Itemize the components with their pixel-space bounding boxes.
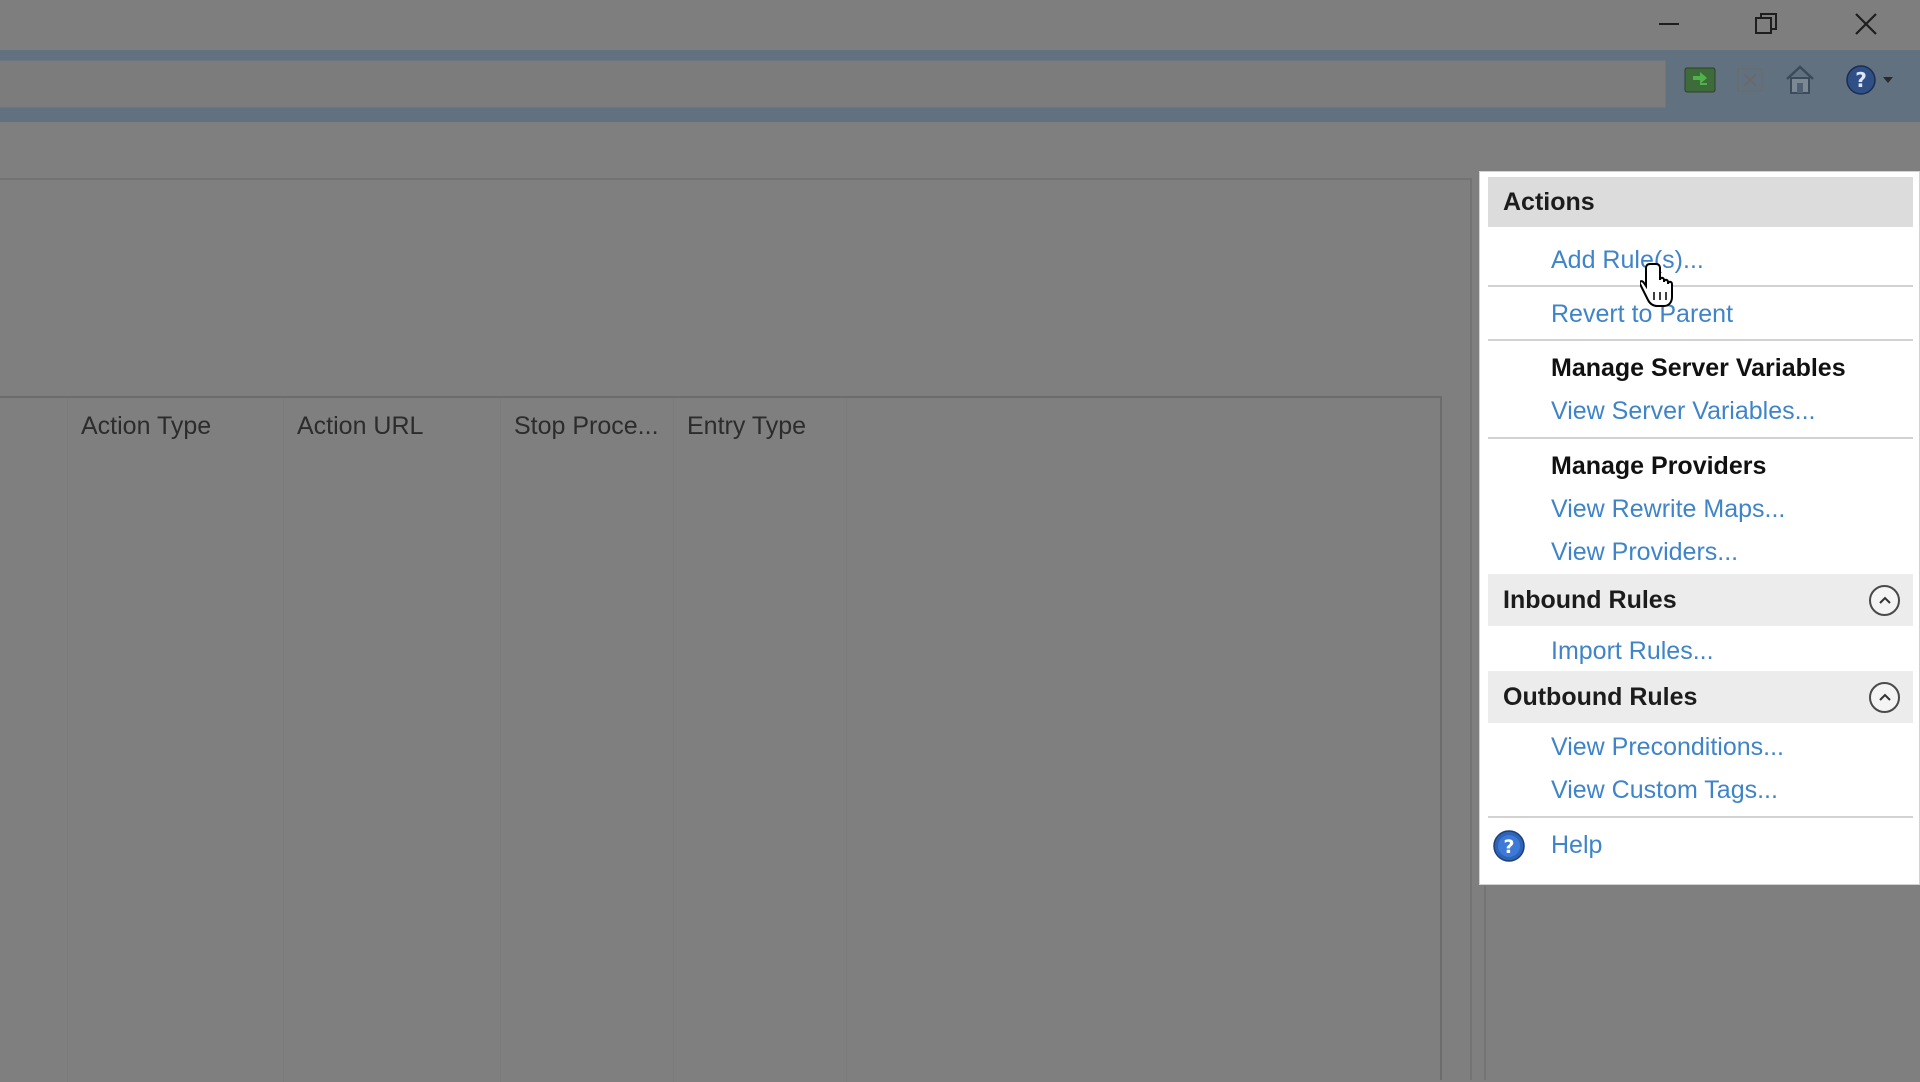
column-header-stop-processing[interactable]: Stop Proce...	[501, 398, 673, 454]
actions-title: Actions	[1503, 187, 1595, 216]
chevron-up-icon	[1878, 693, 1891, 701]
view-custom-tags-link[interactable]: View Custom Tags...	[1551, 776, 1778, 805]
column-separator	[67, 398, 68, 1082]
restore-icon	[1755, 13, 1777, 34]
help-icon: ?	[1846, 65, 1876, 95]
view-preconditions-link[interactable]: View Preconditions...	[1551, 733, 1784, 762]
actions-header: Actions	[1488, 177, 1913, 227]
chevron-up-icon	[1878, 596, 1891, 604]
view-providers-link[interactable]: View Providers...	[1551, 538, 1738, 567]
address-bar[interactable]	[0, 60, 1666, 108]
divider	[1488, 339, 1913, 341]
actions-pane: Actions Add Rule(s)... Revert to Parent …	[1479, 171, 1920, 885]
column-separator	[673, 398, 674, 1082]
restore-button[interactable]	[1724, 4, 1808, 44]
title-bar	[0, 0, 1920, 50]
inbound-rules-title: Inbound Rules	[1503, 585, 1677, 614]
refresh-icon	[1684, 67, 1716, 93]
rules-grid: Action Type Action URL Stop Proce... Ent…	[0, 396, 1442, 1082]
column-separator	[846, 398, 847, 1082]
manage-providers-heading: Manage Providers	[1551, 452, 1767, 480]
divider	[1488, 437, 1913, 439]
close-button[interactable]	[1824, 4, 1908, 44]
help-icon: ?	[1493, 830, 1525, 862]
help-dropdown-button[interactable]: ?	[1840, 60, 1900, 100]
column-header-action-url[interactable]: Action URL	[284, 398, 500, 454]
stop-icon	[1737, 68, 1763, 92]
column-separator	[500, 398, 501, 1082]
import-rules-link[interactable]: Import Rules...	[1551, 637, 1714, 666]
stop-button[interactable]	[1730, 60, 1770, 100]
close-icon	[1855, 13, 1877, 35]
refresh-button[interactable]	[1680, 60, 1720, 100]
view-rewrite-maps-link[interactable]: View Rewrite Maps...	[1551, 495, 1785, 524]
add-rules-link[interactable]: Add Rule(s)...	[1551, 246, 1704, 275]
column-separator	[283, 398, 284, 1082]
manage-server-variables-heading: Manage Server Variables	[1551, 354, 1846, 382]
svg-text:?: ?	[1855, 68, 1867, 92]
divider	[1488, 285, 1913, 287]
home-icon	[1786, 65, 1814, 94]
divider	[1488, 816, 1913, 818]
actions-pane-frame	[1484, 886, 1486, 1080]
column-header-entry-type[interactable]: Entry Type	[674, 398, 846, 454]
minimize-icon	[1659, 23, 1679, 25]
outbound-rules-title: Outbound Rules	[1503, 682, 1698, 711]
minimize-button[interactable]	[1627, 4, 1711, 44]
view-server-variables-link[interactable]: View Server Variables...	[1551, 397, 1815, 426]
column-header-action-type[interactable]: Action Type	[68, 398, 283, 454]
collapse-inbound-button[interactable]	[1869, 584, 1900, 616]
help-link[interactable]: Help	[1551, 831, 1602, 860]
hand-cursor-icon	[1640, 263, 1673, 307]
home-button[interactable]	[1780, 60, 1820, 100]
chevron-down-icon	[1883, 77, 1893, 83]
collapse-outbound-button[interactable]	[1869, 681, 1900, 713]
svg-text:?: ?	[1503, 836, 1514, 858]
inbound-rules-header[interactable]: Inbound Rules	[1488, 574, 1913, 626]
outbound-rules-header[interactable]: Outbound Rules	[1488, 671, 1913, 723]
